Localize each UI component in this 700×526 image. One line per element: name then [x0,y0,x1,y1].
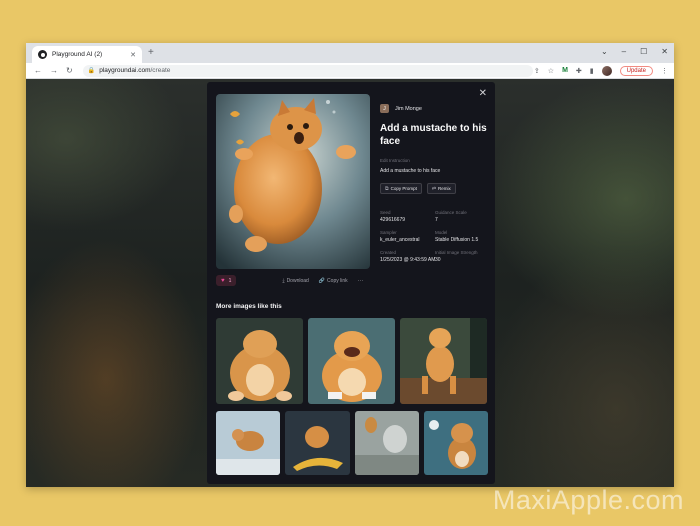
close-modal-icon[interactable]: ✕ [479,88,487,99]
copy-prompt-button[interactable]: ⧉ Copy Prompt [380,183,422,194]
meta-value: k_euler_ancestral [380,237,420,243]
tab-search-icon[interactable]: ⌄ [601,45,608,59]
extension-m-icon[interactable]: M [562,67,568,74]
sidepanel-icon[interactable]: ▮ [590,67,594,75]
meta-guidance-scale: Guidance Scale 7 [435,210,490,223]
similar-image-thumbnail[interactable] [285,411,350,475]
heart-icon: ♥ [221,277,225,284]
bookmark-star-icon[interactable]: ☆ [548,67,554,75]
copy-link-label: Copy link [327,277,348,284]
similar-image-thumbnail[interactable] [216,411,280,475]
image-actions: ♥ 1 ⤓ Download 🔗 Copy link ··· [216,275,370,286]
meta-value: 1/25/2023 @ 9:43:59 AM [380,257,436,263]
meta-label: Created [380,250,397,255]
reload-icon[interactable]: ↻ [66,66,73,75]
url-path: /create [150,67,171,74]
like-button[interactable]: ♥ 1 [216,275,237,286]
meta-label: Seed [380,210,391,215]
prompt-title: Add a mustache to his face [380,123,487,147]
similar-image-thumbnail[interactable] [355,411,419,475]
profile-avatar[interactable] [601,65,612,76]
browser-tab[interactable]: Playground AI (2) ✕ [32,46,142,63]
meta-initial-image-strength: Initial Image Strength 30 [435,250,490,263]
lock-icon: 🔒 [87,68,96,74]
minimize-icon[interactable]: – [622,45,626,59]
meta-value: 30 [435,257,441,263]
copy-icon: ⧉ [385,185,389,192]
meta-created: Created 1/25/2023 @ 9:43:59 AM [380,250,435,263]
similar-image-thumbnail[interactable] [424,411,488,475]
share-icon[interactable]: ⇪ [534,67,540,75]
back-icon[interactable]: ← [34,66,42,75]
edit-instruction-label: Edit Instruction [380,158,410,163]
meta-value: 7 [435,217,438,223]
download-label: Download [286,277,309,284]
meta-label: Model [435,230,448,235]
playground-favicon-icon [38,50,47,59]
similar-image-thumbnail[interactable] [216,318,303,404]
link-icon: 🔗 [318,277,326,284]
new-tab-button[interactable]: + [148,47,154,59]
download-button[interactable]: ⤓ Download [282,278,308,284]
update-button[interactable]: Update [619,65,653,76]
copy-prompt-label: Copy Prompt [390,186,417,191]
meta-seed: Seed 429616679 [380,210,435,223]
close-window-icon[interactable]: ✕ [661,45,668,59]
meta-label: Sampler [380,230,397,235]
meta-model: Model Stable Diffusion 1.5 [435,230,490,243]
more-options-button[interactable]: ··· [358,278,364,284]
meta-label: Guidance Scale [435,210,467,215]
address-bar[interactable]: 🔒 playgroundai.com/create [82,64,533,77]
remix-button[interactable]: ⇄ Remix [426,183,456,194]
browser-toolbar: ← → ↻ 🔒 playgroundai.com/create ⇪ ☆ M ✚ … [26,63,674,79]
meta-value: Stable Diffusion 1.5 [435,237,479,243]
page-background: ✕ J Jim Monge Add a mustache to his face… [26,79,674,487]
meta-sampler: Sampler k_euler_ancestral [380,230,435,243]
maximize-icon[interactable]: ☐ [640,45,647,59]
similar-image-thumbnail[interactable] [308,318,395,404]
edit-instruction-value: Add a mustache to his face [380,168,441,174]
generated-image[interactable] [216,94,370,269]
meta-value: 429616679 [380,217,406,223]
author-avatar: J [380,104,389,113]
close-tab-icon[interactable]: ✕ [130,51,136,59]
copy-link-button[interactable]: 🔗 Copy link [319,278,348,284]
similar-image-thumbnail[interactable] [400,318,487,404]
remix-label: Remix [438,186,451,191]
extensions-puzzle-icon[interactable]: ✚ [576,67,582,75]
watermark: MaxiApple.com [492,485,684,515]
browser-window: Playground AI (2) ✕ + ⌄ – ☐ ✕ ← → ↻ 🔒 pl… [26,43,674,487]
window-controls: ⌄ – ☐ ✕ [601,45,668,59]
tab-title: Playground AI (2) [52,51,103,58]
url-text: playgroundai.com/create [99,67,170,74]
image-metadata: Seed 429616679 Guidance Scale 7 Sampler … [380,210,490,263]
download-icon: ⤓ [282,277,285,284]
more-images-heading: More images like this [216,303,282,310]
remix-icon: ⇄ [431,185,437,192]
menu-kebab-icon[interactable]: ⋮ [661,67,668,75]
author-name[interactable]: Jim Monge [395,106,422,112]
image-detail-modal: ✕ J Jim Monge Add a mustache to his face… [207,82,495,484]
forward-icon[interactable]: → [50,66,58,75]
meta-label: Initial Image Strength [435,250,478,255]
author-row[interactable]: J Jim Monge [380,104,422,113]
tab-bar: Playground AI (2) ✕ + ⌄ – ☐ ✕ [26,43,674,63]
url-host: playgroundai.com [99,67,151,74]
like-count: 1 [228,277,232,284]
